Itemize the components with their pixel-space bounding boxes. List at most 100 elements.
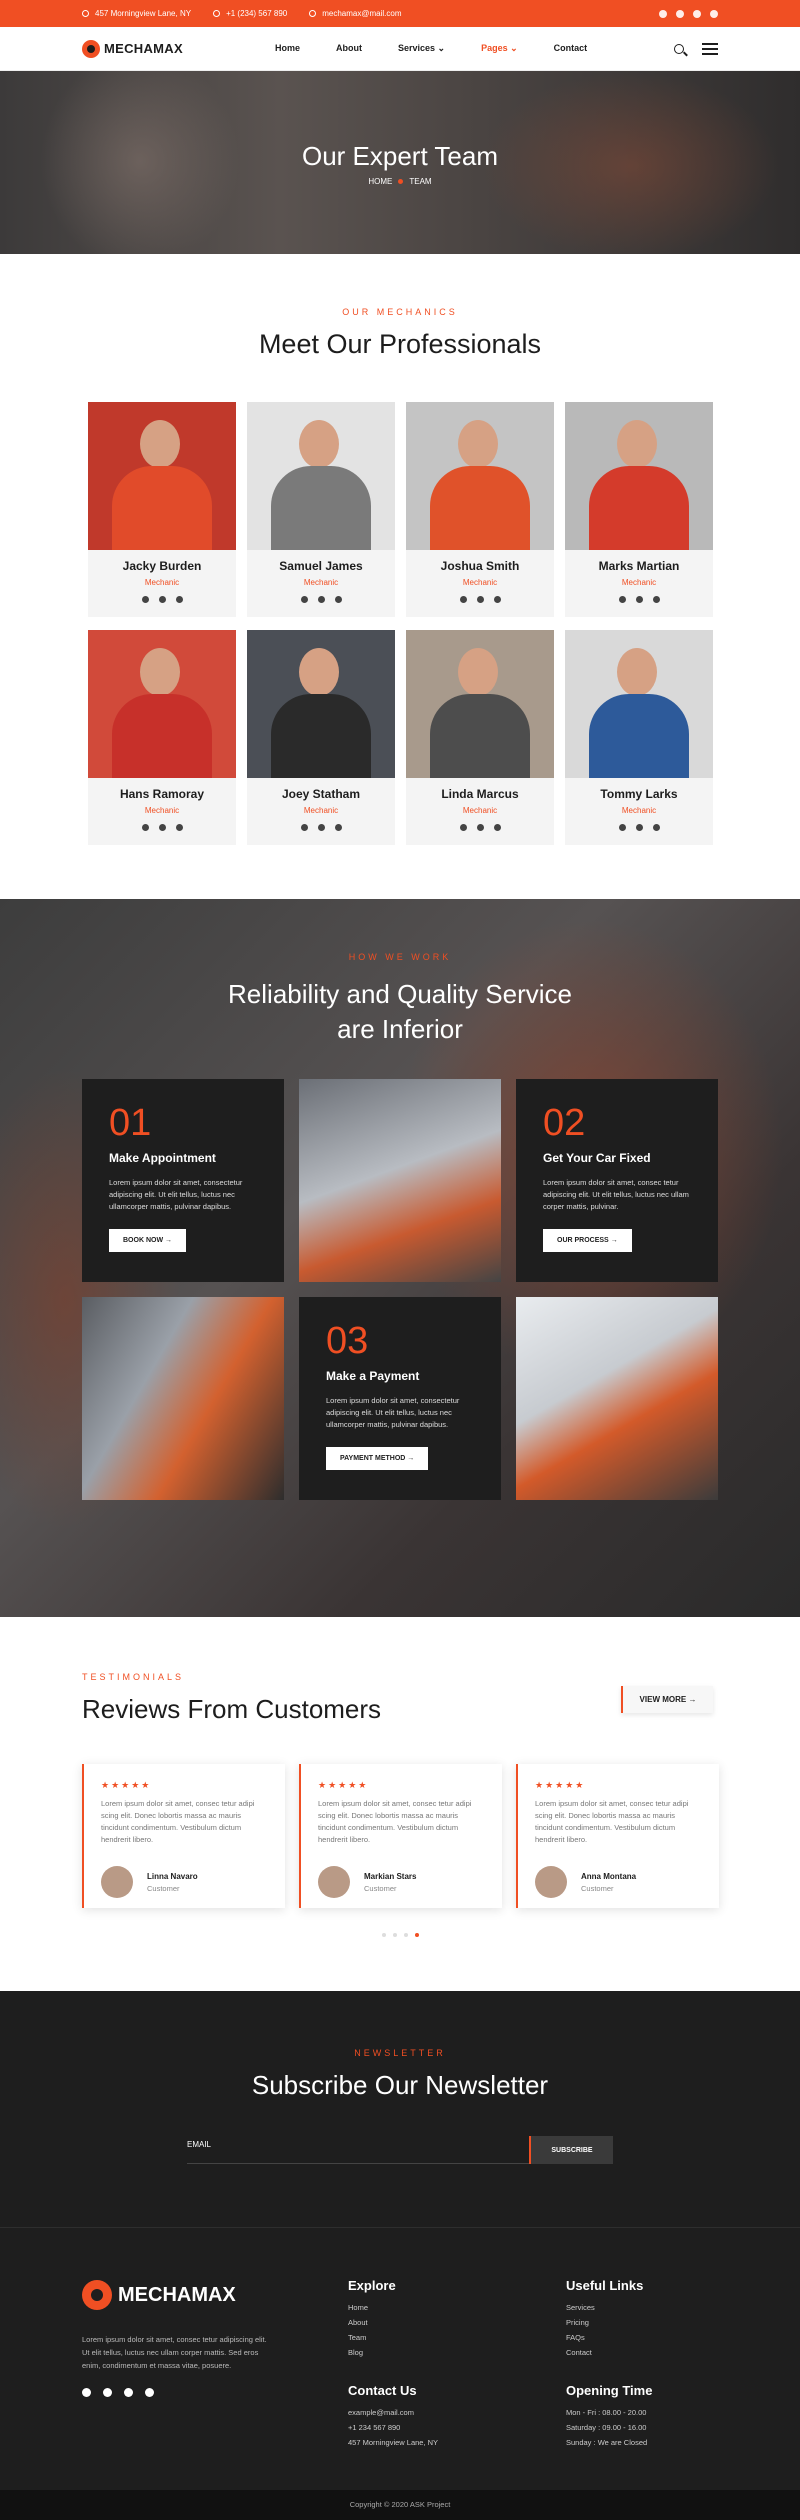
footer-link[interactable]: Team	[348, 2330, 396, 2345]
view-more-button[interactable]: VIEW MORE →	[621, 1686, 713, 1713]
twitter-icon[interactable]	[476, 824, 484, 831]
footer-link[interactable]: Services	[566, 2300, 643, 2315]
member-social	[247, 824, 395, 831]
twitter-icon[interactable]	[158, 596, 166, 603]
book-now-button[interactable]: BOOK NOW →	[109, 1229, 187, 1252]
arrow-right-icon: →	[610, 1237, 618, 1244]
member-name: Linda Marcus	[441, 787, 519, 801]
menu-icon[interactable]	[702, 42, 718, 55]
twitter-icon[interactable]	[635, 596, 643, 603]
reviews-subtitle: TESTIMONIALS	[82, 1672, 185, 1682]
facebook-icon[interactable]	[82, 2388, 91, 2397]
address-item: 457 Morningview Lane, NY	[82, 9, 191, 18]
team-card: Jacky Burden Mechanic	[88, 402, 236, 617]
email-text[interactable]: mechamax@mail.com	[322, 9, 401, 18]
work-subtitle: HOW WE WORK	[348, 952, 452, 962]
search-icon[interactable]	[674, 43, 684, 54]
linkedin-icon[interactable]	[652, 824, 660, 831]
phone-item[interactable]: +1 (234) 567 890	[213, 9, 287, 18]
footer-link[interactable]: Home	[348, 2300, 396, 2315]
carousel-dot[interactable]	[392, 1933, 397, 1937]
nav-item-pages-label: Pages	[481, 43, 508, 53]
email-item[interactable]: mechamax@mail.com	[309, 9, 401, 18]
author-name: Markian Stars	[364, 1871, 417, 1881]
gear-logo-icon	[82, 39, 100, 58]
twitter-icon[interactable]	[158, 824, 166, 831]
author-name: Linna Navaro	[147, 1871, 198, 1881]
our-process-button[interactable]: OUR PROCESS →	[543, 1229, 632, 1252]
nav-item-contact[interactable]: Contact	[554, 43, 588, 54]
facebook-icon[interactable]	[659, 9, 667, 18]
footer-link[interactable]: Contact	[566, 2345, 643, 2360]
footer-link[interactable]: FAQs	[566, 2330, 643, 2345]
facebook-icon[interactable]	[141, 824, 149, 831]
subscribe-button[interactable]: SUBSCRIBE	[529, 2136, 613, 2164]
team-card: Joshua Smith Mechanic	[406, 402, 554, 617]
footer-email[interactable]: example@mail.com	[348, 2405, 438, 2420]
twitter-icon[interactable]	[635, 824, 643, 831]
linkedin-icon[interactable]	[493, 596, 501, 603]
facebook-icon[interactable]	[459, 596, 467, 603]
footer-logo[interactable]: MECHAMAX	[82, 2280, 236, 2310]
member-social	[247, 596, 395, 603]
phone-text[interactable]: +1 (234) 567 890	[226, 9, 287, 18]
facebook-icon[interactable]	[618, 596, 626, 603]
newsletter-subtitle: NEWSLETTER	[354, 2048, 446, 2058]
email-input[interactable]: EMAIL	[187, 2136, 529, 2164]
newsletter-section: NEWSLETTER Subscribe Our Newsletter EMAI…	[0, 1991, 800, 2227]
nav-item-home[interactable]: Home	[275, 43, 300, 54]
facebook-icon[interactable]	[141, 596, 149, 603]
linkedin-icon[interactable]	[175, 824, 183, 831]
linkedin-icon[interactable]	[334, 596, 342, 603]
facebook-icon[interactable]	[300, 596, 308, 603]
facebook-icon[interactable]	[300, 824, 308, 831]
twitter-icon[interactable]	[476, 596, 484, 603]
nav-item-services[interactable]: Services ⌄	[398, 43, 445, 54]
instagram-icon[interactable]	[145, 2388, 154, 2397]
chevron-down-icon: ⌄	[510, 43, 518, 53]
footer-link[interactable]: About	[348, 2315, 396, 2330]
site-logo[interactable]: MECHAMAX	[82, 39, 183, 58]
mechanic-photo	[299, 1079, 501, 1282]
facebook-icon[interactable]	[459, 824, 467, 831]
payment-method-button[interactable]: PAYMENT METHOD →	[326, 1447, 429, 1470]
twitter-icon[interactable]	[676, 9, 684, 18]
footer-explore: Explore Home About Team Blog	[348, 2278, 396, 2360]
nav-menu: Home About Services ⌄ Pages ⌄ Contact	[275, 43, 587, 54]
youtube-icon[interactable]	[124, 2388, 133, 2397]
linkedin-icon[interactable]	[493, 824, 501, 831]
member-social	[88, 596, 236, 603]
instagram-icon[interactable]	[710, 9, 718, 18]
rating-stars: ★★★★★	[318, 1780, 369, 1790]
location-icon	[82, 10, 89, 17]
carousel-dot[interactable]	[381, 1933, 386, 1937]
footer-phone[interactable]: +1 234 567 890	[348, 2420, 438, 2435]
team-subtitle: OUR MECHANICS	[342, 307, 458, 317]
step-number: 02	[543, 1102, 586, 1144]
linkedin-icon[interactable]	[334, 824, 342, 831]
step-card: 03 Make a Payment Lorem ipsum dolor sit …	[299, 1297, 501, 1500]
twitter-icon[interactable]	[317, 596, 325, 603]
facebook-icon[interactable]	[618, 824, 626, 831]
footer-link[interactable]: Pricing	[566, 2315, 643, 2330]
nav-item-about[interactable]: About	[336, 43, 362, 54]
footer-link[interactable]: Blog	[348, 2345, 396, 2360]
breadcrumb-home[interactable]: HOME	[368, 177, 392, 186]
twitter-icon[interactable]	[317, 824, 325, 831]
nav-item-pages[interactable]: Pages ⌄	[481, 43, 518, 54]
member-role: Mechanic	[144, 806, 180, 815]
step-title: Make a Payment	[326, 1369, 420, 1383]
member-role: Mechanic	[303, 806, 339, 815]
team-title: Meet Our Professionals	[258, 329, 542, 359]
carousel-dot[interactable]	[403, 1933, 408, 1937]
top-bar: 457 Morningview Lane, NY +1 (234) 567 89…	[0, 0, 800, 27]
linkedin-icon[interactable]	[175, 596, 183, 603]
member-social	[88, 824, 236, 831]
youtube-icon[interactable]	[693, 9, 701, 18]
twitter-icon[interactable]	[103, 2388, 112, 2397]
linkedin-icon[interactable]	[652, 596, 660, 603]
nav-item-services-label: Services	[397, 43, 436, 53]
footer-social	[82, 2388, 154, 2397]
footer-hours-line: Mon - Fri : 08.00 - 20.00	[566, 2408, 647, 2417]
carousel-dot-active[interactable]	[414, 1933, 419, 1937]
